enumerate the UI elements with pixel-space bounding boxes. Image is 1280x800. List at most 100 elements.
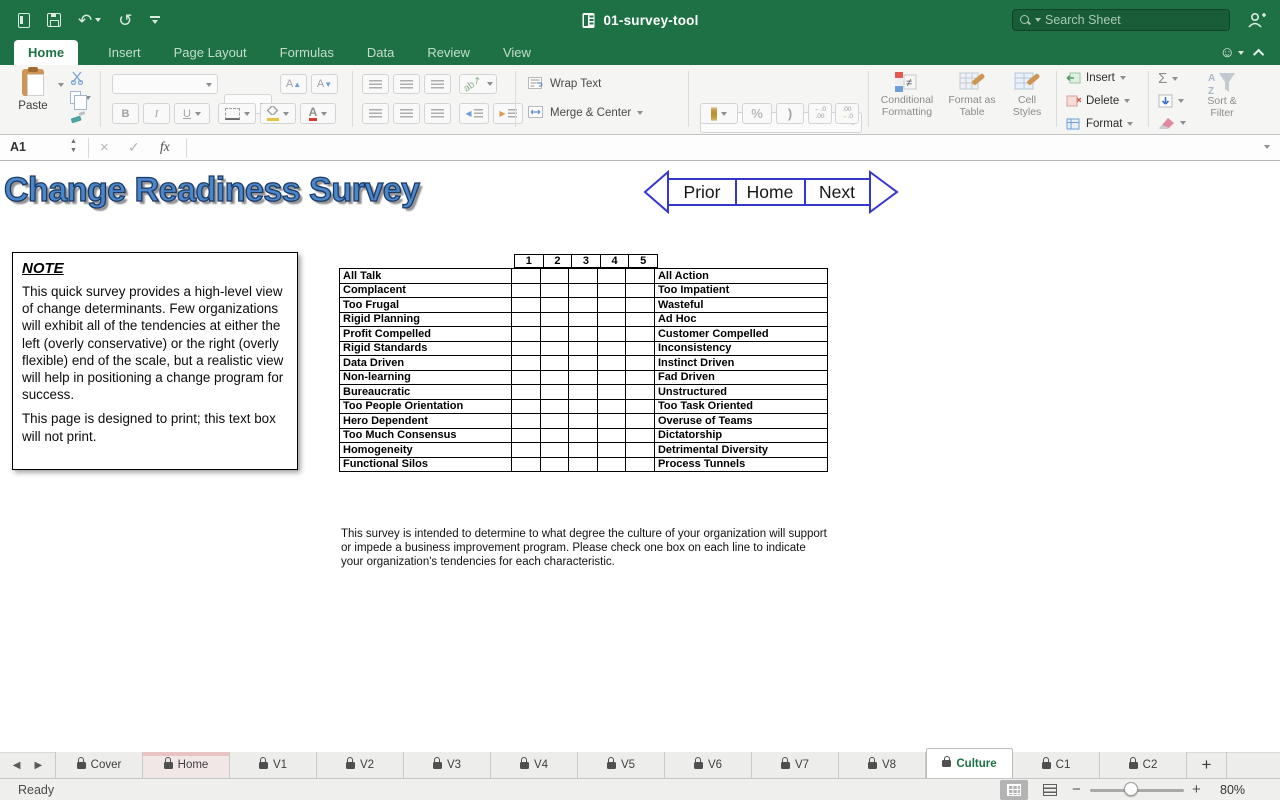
redo-icon[interactable]: ↺: [118, 12, 132, 29]
survey-check-cell[interactable]: [626, 312, 655, 327]
shrink-font-button[interactable]: A▼: [311, 74, 338, 94]
ribbon-tab-view[interactable]: View: [500, 40, 534, 65]
normal-view-button[interactable]: [1000, 780, 1028, 800]
survey-check-cell[interactable]: [512, 269, 541, 284]
bold-button[interactable]: B: [112, 103, 139, 124]
survey-check-cell[interactable]: [626, 283, 655, 298]
sheet-tab-home[interactable]: Home: [143, 752, 230, 778]
underline-button[interactable]: U: [174, 103, 210, 124]
survey-check-cell[interactable]: [540, 399, 569, 414]
sheet-tab-v8[interactable]: V8: [839, 752, 926, 778]
survey-check-cell[interactable]: [540, 283, 569, 298]
clear-button[interactable]: [1158, 117, 1186, 129]
ribbon-tab-home[interactable]: Home: [14, 40, 78, 65]
survey-check-cell[interactable]: [597, 327, 626, 342]
sheet-tab-v7[interactable]: V7: [752, 752, 839, 778]
align-center-button[interactable]: [393, 103, 420, 124]
survey-check-cell[interactable]: [569, 414, 598, 429]
sheet-tab-v3[interactable]: V3: [404, 752, 491, 778]
name-box-spinner[interactable]: ▲▼: [70, 138, 77, 154]
survey-check-cell[interactable]: [569, 385, 598, 400]
customize-toolbar-icon[interactable]: [150, 16, 160, 24]
survey-check-cell[interactable]: [540, 298, 569, 313]
insert-cells-button[interactable]: Insert: [1066, 72, 1126, 84]
save-icon[interactable]: [47, 13, 61, 27]
survey-check-cell[interactable]: [626, 457, 655, 472]
page-layout-view-button[interactable]: [1036, 780, 1064, 800]
share-person-add-icon[interactable]: [1246, 11, 1266, 29]
comma-style-button[interactable]: ): [776, 103, 804, 124]
survey-check-cell[interactable]: [569, 283, 598, 298]
zoom-percentage[interactable]: 80%: [1220, 783, 1245, 797]
nav-prior-button[interactable]: Prior: [670, 179, 734, 205]
survey-check-cell[interactable]: [540, 457, 569, 472]
survey-check-cell[interactable]: [569, 312, 598, 327]
survey-check-cell[interactable]: [540, 385, 569, 400]
survey-check-cell[interactable]: [626, 385, 655, 400]
increase-decimal-button[interactable]: ←.0.00: [808, 103, 832, 124]
survey-check-cell[interactable]: [569, 356, 598, 371]
survey-check-cell[interactable]: [569, 399, 598, 414]
survey-check-cell[interactable]: [597, 443, 626, 458]
decrease-decimal-button[interactable]: .00→.0: [835, 103, 859, 124]
survey-check-cell[interactable]: [512, 356, 541, 371]
delete-cells-button[interactable]: Delete: [1066, 95, 1130, 107]
align-bottom-button[interactable]: [424, 74, 451, 94]
survey-check-cell[interactable]: [597, 399, 626, 414]
sheet-tab-culture[interactable]: Culture: [926, 748, 1013, 778]
percent-style-button[interactable]: %: [742, 103, 772, 124]
survey-check-cell[interactable]: [626, 356, 655, 371]
ribbon-tab-formulas[interactable]: Formulas: [277, 40, 337, 65]
cut-icon[interactable]: [70, 71, 86, 85]
survey-check-cell[interactable]: [626, 428, 655, 443]
survey-check-cell[interactable]: [540, 443, 569, 458]
wrap-text-button[interactable]: Wrap Text: [528, 77, 601, 90]
next-sheet-arrow-icon[interactable]: ▶: [35, 760, 43, 771]
survey-check-cell[interactable]: [597, 269, 626, 284]
survey-check-cell[interactable]: [540, 327, 569, 342]
ribbon-tab-review[interactable]: Review: [424, 40, 473, 65]
survey-check-cell[interactable]: [626, 414, 655, 429]
copy-icon[interactable]: [70, 91, 81, 104]
sheet-tab-v5[interactable]: V5: [578, 752, 665, 778]
survey-check-cell[interactable]: [512, 414, 541, 429]
survey-check-cell[interactable]: [512, 341, 541, 356]
survey-check-cell[interactable]: [512, 457, 541, 472]
nav-home-button[interactable]: Home: [737, 179, 803, 205]
survey-check-cell[interactable]: [512, 399, 541, 414]
sort-filter-button[interactable]: AZ Sort & Filter: [1196, 70, 1248, 119]
align-right-button[interactable]: [424, 103, 451, 124]
survey-check-cell[interactable]: [512, 327, 541, 342]
insert-function-icon[interactable]: fx: [160, 139, 170, 155]
format-cells-button[interactable]: Format: [1066, 118, 1133, 130]
nav-next-button[interactable]: Next: [806, 179, 868, 205]
align-left-button[interactable]: [362, 103, 389, 124]
survey-check-cell[interactable]: [626, 443, 655, 458]
survey-check-cell[interactable]: [512, 385, 541, 400]
merge-center-button[interactable]: Merge & Center: [528, 106, 643, 119]
survey-check-cell[interactable]: [512, 443, 541, 458]
paste-button[interactable]: Paste: [10, 69, 56, 112]
survey-check-cell[interactable]: [569, 269, 598, 284]
zoom-in-button[interactable]: +: [1192, 781, 1201, 798]
search-scope-caret-icon[interactable]: [1035, 18, 1041, 22]
survey-check-cell[interactable]: [626, 269, 655, 284]
grow-font-button[interactable]: A▲: [280, 74, 307, 94]
search-box[interactable]: [1012, 9, 1230, 31]
sheet-tab-v4[interactable]: V4: [491, 752, 578, 778]
survey-check-cell[interactable]: [540, 356, 569, 371]
survey-check-cell[interactable]: [569, 327, 598, 342]
align-top-button[interactable]: [362, 74, 389, 94]
survey-check-cell[interactable]: [626, 298, 655, 313]
survey-check-cell[interactable]: [597, 414, 626, 429]
collapse-ribbon-icon[interactable]: [1253, 48, 1264, 59]
paste-caret-icon[interactable]: [58, 83, 64, 87]
survey-check-cell[interactable]: [540, 269, 569, 284]
survey-check-cell[interactable]: [512, 312, 541, 327]
survey-check-cell[interactable]: [597, 283, 626, 298]
survey-check-cell[interactable]: [597, 457, 626, 472]
survey-check-cell[interactable]: [626, 327, 655, 342]
format-as-table-button[interactable]: Format as Table: [944, 71, 1000, 118]
survey-check-cell[interactable]: [512, 428, 541, 443]
survey-check-cell[interactable]: [626, 341, 655, 356]
